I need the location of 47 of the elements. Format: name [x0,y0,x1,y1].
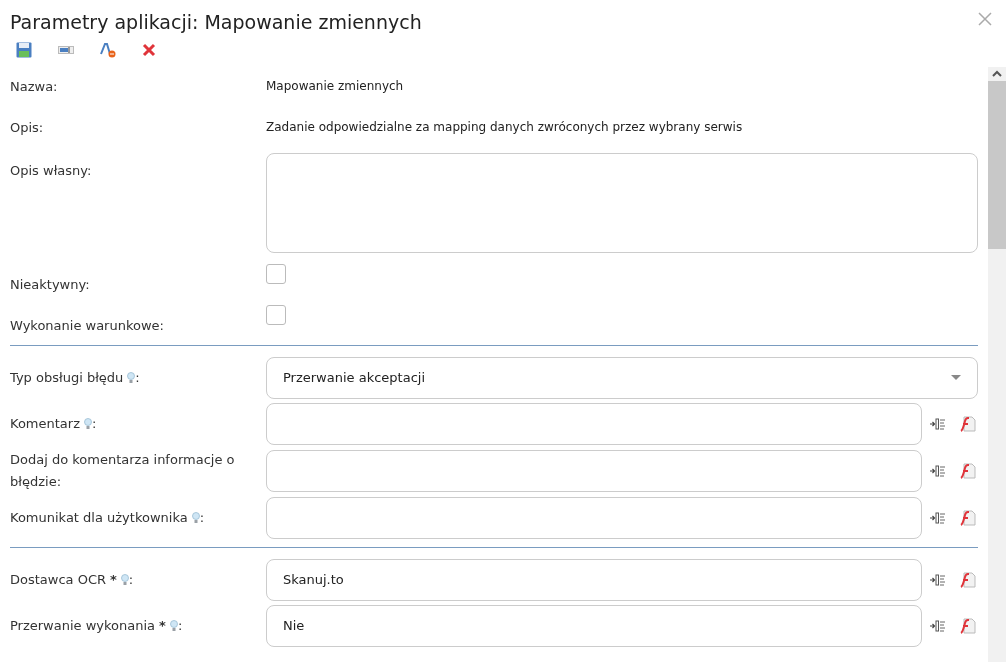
input-field[interactable] [266,402,922,445]
input-field[interactable] [266,449,922,492]
field-label: Typ obsługi błędu [10,369,124,385]
function-icon[interactable] [960,617,976,634]
insert-variable-icon[interactable] [930,416,946,431]
function-icon[interactable] [960,415,976,432]
required-mark: * [110,571,117,587]
field-value: Zadanie odpowiedzialne za mapping danych zwróconych przez wybrany serwis [266,118,743,136]
insert-variable-icon[interactable] [930,572,946,587]
label-colon: : [177,617,183,633]
checkbox[interactable] [266,263,286,284]
field-label: Nazwa: [10,78,58,94]
field-label: Dodaj do komentarza informacje o błędzie: [10,451,235,489]
input-field[interactable] [266,496,922,539]
label-colon: : [199,509,205,525]
field-label: Opis własny: [10,162,92,178]
save-icon[interactable] [16,41,32,58]
required-mark: * [159,617,166,633]
select-field[interactable]: Przerwanie akceptacji [266,356,978,399]
function-icon[interactable] [960,571,976,588]
close-icon[interactable] [978,12,992,26]
insert-variable-icon[interactable] [930,463,946,478]
caret-icon [951,375,961,380]
checkbox[interactable] [266,304,286,325]
input-field[interactable]: Skanuj.to [266,558,922,601]
insert-variable-icon[interactable] [930,510,946,525]
input-field[interactable]: Nie [266,604,922,647]
field-label: Komentarz [10,415,80,431]
field-value: Mapowanie zmiennych [266,77,404,95]
field-label: Komunikat dla użytkownika [10,509,188,525]
scrollbar[interactable] [988,66,1006,662]
label-colon: : [91,415,97,431]
translate-icon[interactable] [100,41,116,58]
label-colon: : [128,571,134,587]
textbox-icon[interactable] [58,45,74,54]
textarea-field[interactable] [266,152,978,253]
field-label: Wykonanie warunkowe: [10,317,164,333]
field-label: Nieaktywny: [10,276,90,292]
field-label: Dostawca OCR [10,571,107,587]
window-title: Parametry aplikacji: Mapowanie zmiennych [10,10,422,35]
insert-variable-icon[interactable] [930,618,946,633]
field-label: Opis: [10,119,44,135]
delete-icon[interactable] [142,42,156,57]
function-icon[interactable] [960,462,976,479]
label-colon: : [135,369,140,385]
field-label: Przerwanie wykonania [10,617,156,633]
function-icon[interactable] [960,509,976,526]
